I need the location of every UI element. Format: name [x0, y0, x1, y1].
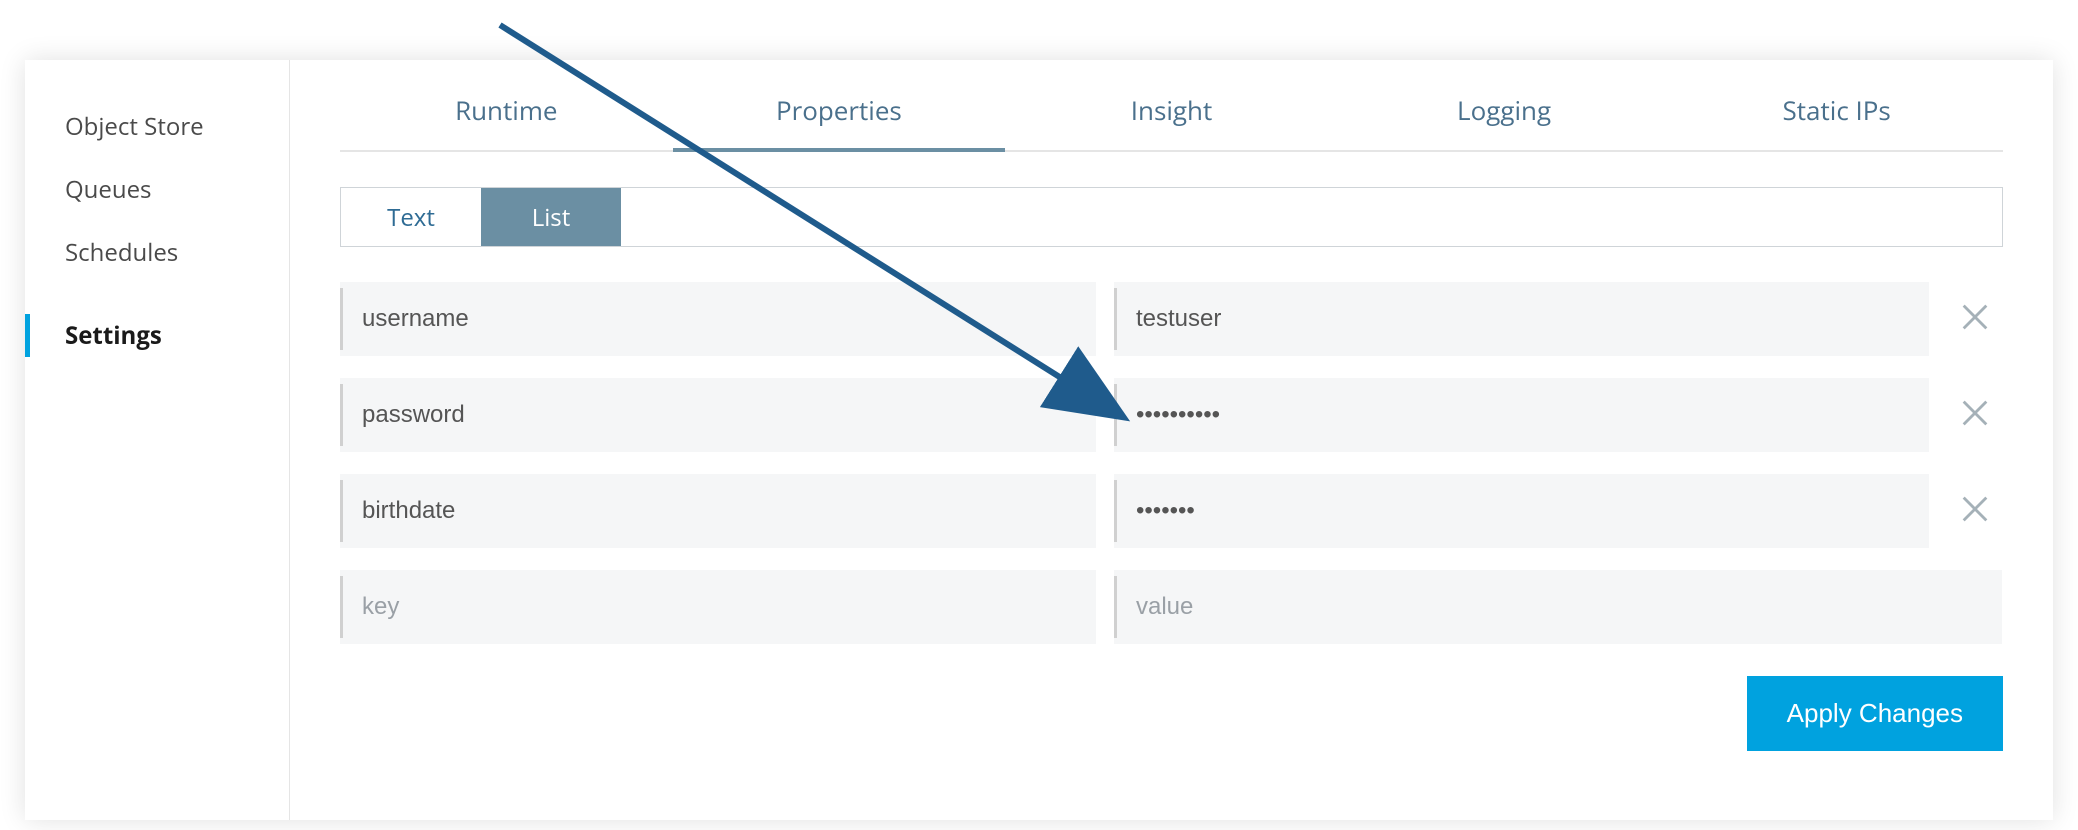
tab-properties[interactable]: Properties [673, 70, 1006, 150]
delete-row-button[interactable] [1947, 291, 2003, 347]
tab-label: Logging [1457, 92, 1551, 128]
delete-row-button[interactable] [1947, 387, 2003, 443]
view-toggle-text[interactable]: Text [341, 188, 481, 246]
property-key-input[interactable] [340, 474, 1096, 548]
properties-list [340, 282, 2003, 666]
tab-insight[interactable]: Insight [1005, 70, 1338, 150]
tab-bar: Runtime Properties Insight Logging Stati… [340, 70, 2003, 152]
property-key-cell [340, 570, 1096, 644]
app-panel: Object Store Queues Schedules Settings R… [25, 60, 2053, 820]
view-toggle-list[interactable]: List [481, 188, 621, 246]
tab-static-ips[interactable]: Static IPs [1670, 70, 2003, 150]
property-row [340, 474, 2003, 548]
main-content: Runtime Properties Insight Logging Stati… [290, 60, 2053, 820]
property-key-cell [340, 378, 1096, 452]
delete-row-button[interactable] [1947, 483, 2003, 539]
view-toggle: Text List [340, 187, 2003, 247]
property-value-cell [1114, 570, 2002, 644]
button-label: Apply Changes [1787, 698, 1963, 728]
property-key-cell [340, 282, 1096, 356]
property-key-input[interactable] [340, 378, 1096, 452]
tab-logging[interactable]: Logging [1338, 70, 1671, 150]
sidebar-item-label: Object Store [65, 110, 204, 143]
property-value-input[interactable] [1114, 378, 1929, 452]
sidebar-item-schedules[interactable]: Schedules [25, 221, 289, 284]
toggle-label: Text [387, 201, 435, 234]
close-icon [1958, 492, 1992, 531]
property-value-cell [1114, 282, 1929, 356]
sidebar-item-label: Settings [65, 319, 162, 352]
tab-label: Properties [776, 92, 902, 128]
property-key-input[interactable] [340, 282, 1096, 356]
property-value-input[interactable] [1114, 282, 1929, 356]
sidebar-item-settings[interactable]: Settings [25, 304, 289, 367]
close-icon [1958, 396, 1992, 435]
property-value-input[interactable] [1114, 570, 2002, 644]
sidebar-item-label: Queues [65, 173, 152, 206]
property-row [340, 378, 2003, 452]
toggle-label: List [532, 201, 571, 234]
sidebar-item-queues[interactable]: Queues [25, 158, 289, 221]
sidebar-item-object-store[interactable]: Object Store [25, 95, 289, 158]
property-key-cell [340, 474, 1096, 548]
property-value-input[interactable] [1114, 474, 1929, 548]
sidebar-item-label: Schedules [65, 236, 178, 269]
property-row-new [340, 570, 2003, 644]
close-icon [1958, 300, 1992, 339]
property-row [340, 282, 2003, 356]
tab-runtime[interactable]: Runtime [340, 70, 673, 150]
tab-label: Runtime [455, 92, 557, 128]
property-value-cell [1114, 474, 1929, 548]
apply-changes-button[interactable]: Apply Changes [1747, 676, 2003, 751]
tab-label: Insight [1131, 92, 1213, 128]
property-value-cell [1114, 378, 1929, 452]
sidebar: Object Store Queues Schedules Settings [25, 60, 290, 820]
property-key-input[interactable] [340, 570, 1096, 644]
tab-label: Static IPs [1783, 92, 1891, 128]
apply-bar: Apply Changes [340, 676, 2003, 751]
